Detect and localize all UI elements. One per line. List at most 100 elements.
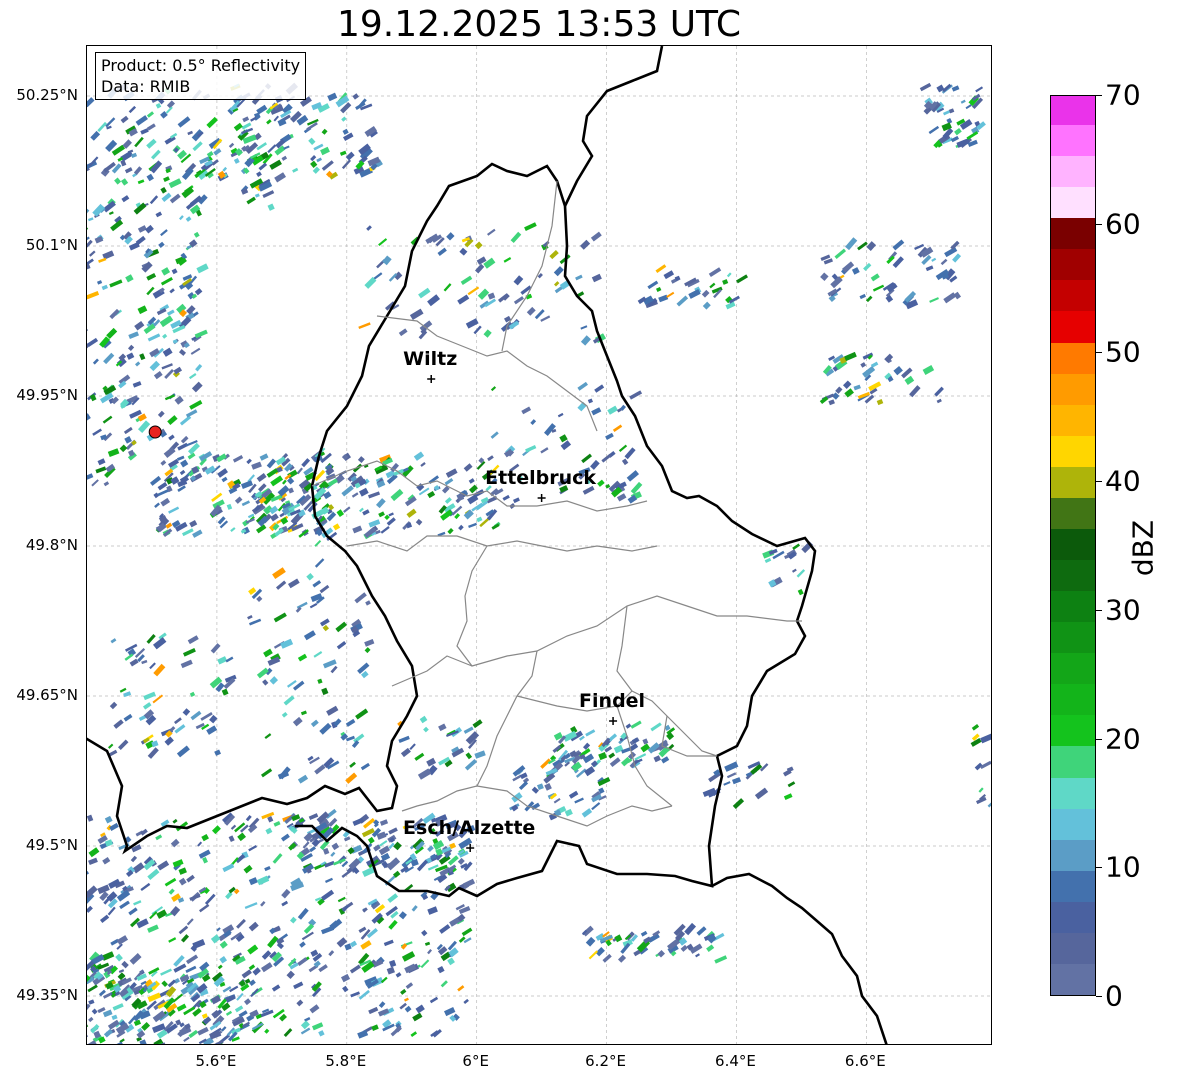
city-marker[interactable]: [537, 494, 546, 502]
echo-pixel: [230, 824, 237, 830]
echo-pixel: [537, 783, 544, 791]
echo-pixel: [792, 543, 801, 550]
echo-pixel: [624, 447, 636, 460]
echo-pixel: [266, 119, 272, 125]
colorbar-tick-label: 40: [1105, 464, 1141, 498]
echo-pixel: [316, 157, 322, 163]
echo-pixel: [146, 138, 157, 149]
echo-pixel: [443, 283, 452, 292]
echo-pixel: [398, 735, 410, 743]
echo-pixel: [352, 93, 359, 100]
echo-pixel: [423, 726, 429, 733]
echo-pixel: [410, 1031, 418, 1038]
echo-pixel: [132, 381, 142, 388]
city-marker[interactable]: [609, 717, 618, 725]
echo-pixel: [309, 1004, 320, 1014]
echo-pixel: [382, 255, 392, 266]
echo-pixel: [400, 747, 411, 758]
echo-pixel: [612, 424, 623, 433]
echo-pixel: [110, 638, 117, 644]
echo-pixel: [308, 813, 319, 821]
echo-pixel: [214, 749, 222, 756]
longitude-tick-label: 5.6°E: [195, 1052, 237, 1070]
echo-pixel: [281, 833, 290, 842]
echo-pixel: [401, 951, 416, 962]
echo-pixel: [503, 257, 512, 263]
echo-pixel: [306, 572, 314, 581]
echo-pixel: [540, 447, 549, 454]
echo-pixel: [437, 965, 445, 974]
radar-map[interactable]: [86, 45, 992, 1045]
echo-pixel: [364, 647, 371, 654]
echo-pixel: [352, 525, 363, 534]
echo-pixel: [157, 481, 168, 491]
echo-pixel: [412, 1012, 423, 1022]
echo-pixel: [141, 1022, 151, 1031]
echo-pixel: [202, 856, 208, 864]
echo-pixel: [267, 203, 275, 211]
echo-pixel: [259, 453, 269, 461]
echo-pixel: [155, 834, 163, 841]
echo-pixel: [147, 333, 161, 342]
echo-pixel: [513, 275, 524, 286]
echo-pixel: [132, 862, 145, 874]
echo-pixel: [135, 235, 146, 246]
echo-pixel: [125, 274, 134, 283]
data-source-text: Data: RMIB: [101, 77, 191, 96]
echo-pixel: [206, 151, 214, 158]
echo-pixel: [400, 988, 407, 995]
echo-pixel: [630, 481, 643, 495]
echo-pixel: [420, 462, 426, 467]
echo-pixel: [415, 1004, 425, 1014]
echo-pixel: [168, 937, 177, 943]
echo-pixel: [157, 860, 170, 871]
echo-pixel: [950, 135, 960, 143]
colorbar-segment: [1051, 404, 1095, 436]
echo-pixel: [526, 306, 536, 316]
echo-pixel: [269, 159, 282, 170]
echo-pixel: [420, 959, 430, 969]
echo-pixel: [274, 172, 287, 183]
echo-pixel: [155, 102, 162, 109]
city-marker[interactable]: [427, 375, 436, 383]
echo-pixel: [241, 480, 254, 489]
echo-pixel: [302, 841, 310, 849]
echo-pixel: [272, 567, 286, 580]
echo-pixel: [463, 463, 473, 472]
echo-pixel: [109, 279, 123, 288]
echo-pixel: [468, 478, 475, 484]
echo-pixel: [256, 875, 270, 886]
echo-pixel: [137, 179, 145, 185]
echo-pixel: [842, 261, 855, 273]
echo-pixel: [271, 984, 281, 992]
colorbar-tick-mark: [1096, 95, 1102, 96]
echo-pixel: [89, 393, 97, 402]
echo-pixel: [179, 215, 184, 221]
echo-pixel: [120, 115, 129, 124]
echo-pixel: [164, 736, 174, 746]
echo-pixel: [143, 702, 152, 710]
echo-pixel: [339, 150, 347, 156]
echo-pixel: [614, 934, 623, 943]
echo-pixel: [186, 918, 194, 926]
radar-site-marker[interactable]: [148, 425, 162, 439]
echo-pixel: [458, 524, 464, 531]
echo-pixel: [351, 740, 360, 749]
echo-pixel: [130, 855, 138, 863]
echo-pixel: [309, 846, 317, 853]
echo-pixel: [942, 110, 951, 116]
echo-pixel: [625, 723, 632, 729]
echo-pixel: [688, 289, 701, 299]
city-label: Ettelbruck: [485, 467, 597, 489]
echo-pixel: [312, 580, 322, 588]
echo-pixel: [722, 279, 729, 285]
echo-pixel: [197, 1026, 209, 1036]
echo-pixel: [169, 193, 181, 204]
echo-pixel: [650, 722, 662, 732]
echo-pixel: [980, 733, 991, 744]
echo-pixel: [265, 827, 273, 835]
colorbar-segment: [1051, 652, 1095, 685]
echo-pixel: [191, 381, 203, 393]
country-border-east: [563, 46, 664, 207]
echo-pixel: [352, 817, 364, 827]
